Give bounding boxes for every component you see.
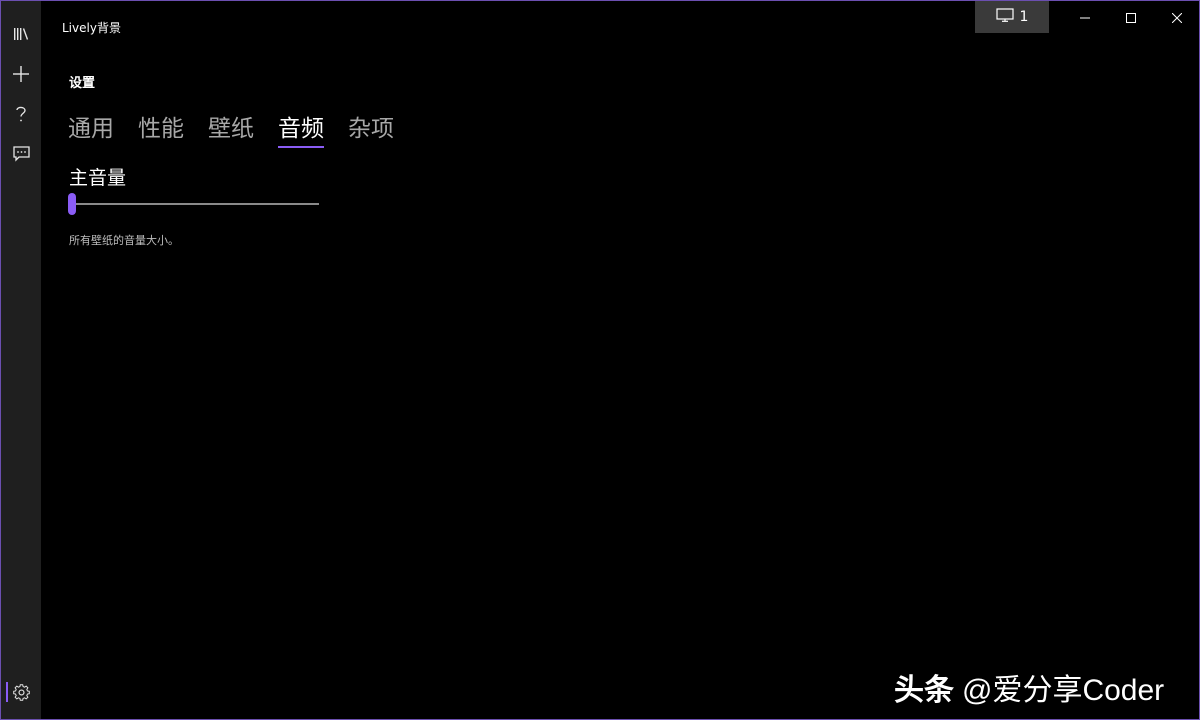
watermark-handle: @爱分享Coder	[962, 674, 1165, 707]
sidebar-item-help[interactable]	[1, 96, 41, 132]
master-volume-label: 主音量	[69, 167, 127, 189]
close-button[interactable]	[1154, 1, 1199, 33]
sidebar	[1, 1, 41, 719]
monitor-number: 1	[1019, 9, 1029, 25]
minimize-button[interactable]	[1062, 1, 1108, 33]
add-icon	[12, 65, 30, 83]
tab-audio[interactable]: 音频	[278, 113, 324, 148]
library-icon	[13, 27, 29, 41]
monitor-icon	[995, 8, 1014, 26]
slider-thumb[interactable]	[68, 193, 76, 215]
monitor-select-button[interactable]: 1	[975, 1, 1049, 33]
tab-general[interactable]: 通用	[68, 113, 114, 145]
sidebar-item-feedback[interactable]	[1, 136, 41, 172]
app-window: Lively背景 1 设置 通用 性能 壁纸 音频 杂项 主音量 所有壁纸的音量…	[0, 0, 1200, 720]
master-volume-slider[interactable]	[68, 193, 320, 215]
app-title: Lively背景	[62, 21, 121, 35]
sidebar-item-library[interactable]	[1, 16, 41, 52]
tab-misc[interactable]: 杂项	[348, 113, 394, 145]
close-icon	[1171, 8, 1183, 27]
watermark-brand: 头条	[894, 674, 954, 707]
settings-tabs: 通用 性能 壁纸 音频 杂项	[68, 113, 394, 148]
feedback-icon	[12, 146, 30, 162]
sidebar-item-settings[interactable]	[1, 674, 41, 710]
page-title: 设置	[69, 76, 96, 91]
maximize-icon	[1126, 8, 1136, 27]
minimize-icon	[1080, 8, 1090, 27]
gear-icon	[12, 683, 30, 701]
master-volume-description: 所有壁纸的音量大小。	[69, 234, 179, 247]
sidebar-item-add[interactable]	[1, 56, 41, 92]
tab-wallpaper[interactable]: 壁纸	[208, 113, 254, 145]
maximize-button[interactable]	[1108, 1, 1154, 33]
help-icon	[15, 105, 27, 123]
slider-track	[68, 203, 319, 205]
watermark: 头条 @爱分享Coder	[894, 665, 1164, 709]
tab-performance[interactable]: 性能	[138, 113, 184, 145]
